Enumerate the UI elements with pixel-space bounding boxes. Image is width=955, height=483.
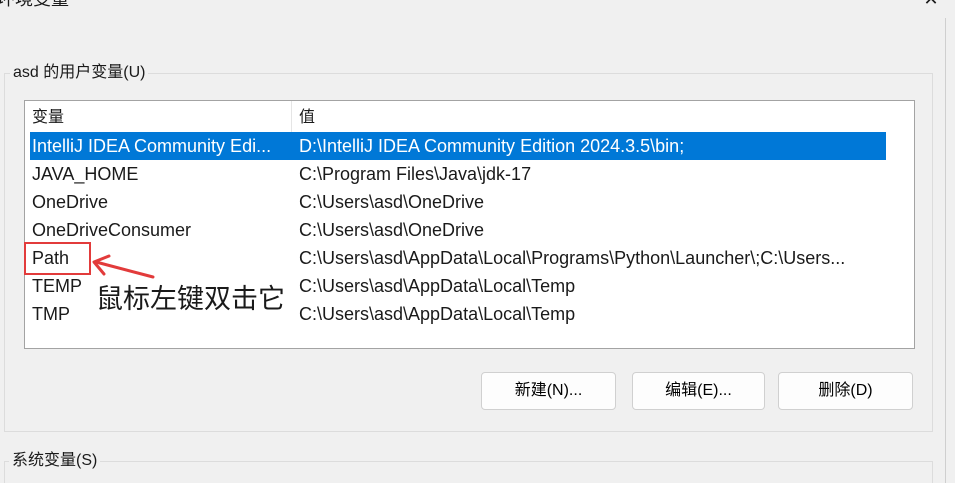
user-variables-label: asd 的用户变量(U) [10,63,149,83]
column-separator[interactable] [291,101,292,132]
variable-value: C:\Users\asd\AppData\Local\Temp [299,276,576,296]
list-header: 变量 值 [25,101,914,132]
system-variables-group [4,461,933,483]
annotation-highlight-box [24,242,91,275]
list-item[interactable]: Path C:\Users\asd\AppData\Local\Programs… [30,244,886,272]
variable-name: OneDriveConsumer [32,220,192,240]
variable-value: D:\IntelliJ IDEA Community Edition 2024.… [299,136,685,156]
window-title: 环境变量 [0,0,69,9]
variable-value: C:\Users\asd\AppData\Local\Programs\Pyth… [299,248,846,268]
list-item[interactable]: IntelliJ IDEA Community Edi... D:\Intell… [30,132,886,160]
system-variables-label: 系统变量(S) [9,451,101,471]
variable-value: C:\Program Files\Java\jdk-17 [299,164,532,184]
list-item[interactable]: OneDrive C:\Users\asd\OneDrive [30,188,886,216]
list-item[interactable]: JAVA_HOME C:\Program Files\Java\jdk-17 [30,160,886,188]
variable-name: OneDrive [32,192,109,212]
variable-value: C:\Users\asd\AppData\Local\Temp [299,304,576,324]
variable-value: C:\Users\asd\OneDrive [299,192,485,212]
variable-name: JAVA_HOME [32,164,139,184]
variable-value: C:\Users\asd\OneDrive [299,220,485,240]
column-header-value[interactable]: 值 [299,101,315,132]
close-icon[interactable]: ✕ [921,0,941,10]
variable-name: IntelliJ IDEA Community Edi... [32,136,272,156]
new-button[interactable]: 新建(N)... [481,372,616,410]
delete-button[interactable]: 删除(D) [778,372,913,410]
annotation-text: 鼠标左键双击它 [96,284,285,314]
column-header-variable[interactable]: 变量 [32,101,64,132]
window-border [945,18,946,483]
edit-button[interactable]: 编辑(E)... [632,372,765,410]
list-item[interactable]: OneDriveConsumer C:\Users\asd\OneDrive [30,216,886,244]
